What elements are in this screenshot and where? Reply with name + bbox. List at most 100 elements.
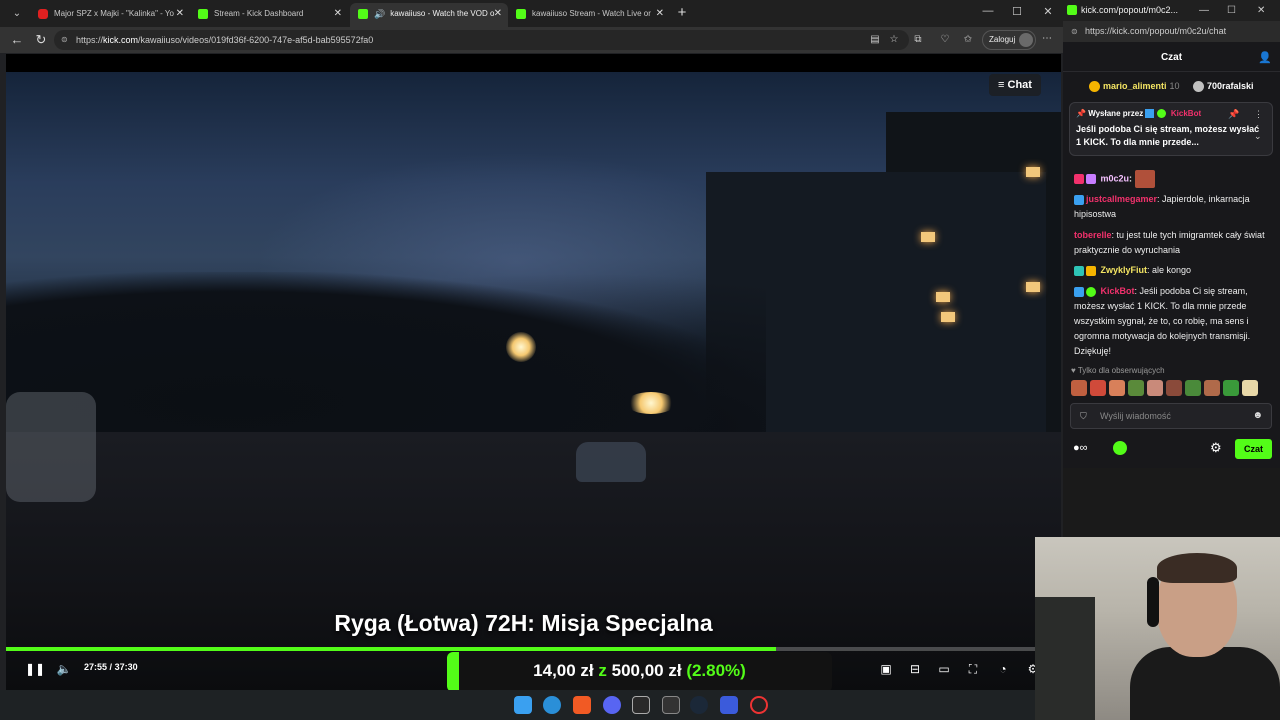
pause-icon[interactable]: ❚❚ — [25, 660, 45, 678]
close-window-icon[interactable]: ✕ — [1040, 5, 1056, 18]
headset — [1147, 577, 1159, 627]
window-light — [936, 292, 950, 302]
emote-icon[interactable] — [1071, 380, 1087, 396]
chat-messages: m0c2u: justcallmegamer: Japierdole, inka… — [1063, 160, 1280, 360]
emoji-icon[interactable]: ☻ — [1252, 404, 1263, 428]
chat-url: https://kick.com/popout/m0c2u/chat — [1085, 26, 1227, 36]
favorites-bar-icon[interactable]: ✩ — [961, 33, 975, 47]
tab-list-chevron-icon[interactable]: ⌄ — [8, 6, 26, 22]
reload-icon[interactable]: ↻ — [32, 31, 50, 49]
emote-icon[interactable] — [1166, 380, 1182, 396]
vod-title: Ryga (Łotwa) 72H: Misja Specjalna — [334, 610, 713, 636]
heart-icon: ♥ — [1071, 366, 1076, 375]
chat-message-input[interactable]: ⛉ Wyślij wiadomość ☻ — [1070, 403, 1272, 429]
tab-kawaiiuso-vod[interactable]: 🔊 kawaiiuso - Watch the VOD o ✕ — [350, 3, 508, 27]
chat-window-titlebar: kick.com/popout/m0c2... — ☐ ✕ — [1063, 0, 1280, 21]
kick-icon — [198, 9, 208, 19]
chat-input-placeholder: Wyślij wiadomość — [1100, 411, 1171, 421]
address-bar-row: ← ↻ ⊜ https://kick.com/kawaiiuso/videos/… — [0, 27, 1063, 53]
volume-icon[interactable]: 🔈 — [55, 660, 73, 678]
obs-icon[interactable] — [750, 696, 768, 714]
top-gifters-bar: mario_alimenti 10 700rafalski — [1063, 76, 1280, 96]
video-frame — [6, 72, 1061, 690]
minimize-icon[interactable]: — — [980, 5, 996, 17]
webcam-person-body — [1130, 647, 1280, 720]
reader-view-icon[interactable]: ▤ — [868, 33, 882, 47]
crown-icon — [1086, 265, 1096, 276]
more-options-icon[interactable]: ⋮ — [1254, 109, 1263, 120]
tab-youtube[interactable]: Major SPZ x Majki - "Kalinka" - Yo ✕ — [30, 3, 190, 27]
window-light — [1026, 282, 1040, 292]
maximize-icon[interactable]: ☐ — [1227, 0, 1236, 21]
gifter-item[interactable]: 700rafalski — [1193, 76, 1254, 96]
extensions-icon[interactable]: ⧉ — [911, 33, 925, 47]
emote-icon[interactable] — [1128, 380, 1144, 396]
chat-username[interactable]: m0c2u — [1101, 173, 1130, 183]
back-arrow-icon[interactable]: ← — [8, 31, 26, 49]
seek-bar[interactable] — [6, 647, 1041, 651]
kick-points-icon[interactable]: ●∞ — [1073, 442, 1088, 454]
emote-icon[interactable] — [1242, 380, 1258, 396]
close-window-icon[interactable]: ✕ — [1257, 0, 1265, 21]
epic-games-icon[interactable] — [662, 696, 680, 714]
clip-icon[interactable]: ⊟ — [906, 660, 924, 678]
site-info-icon[interactable]: ⊜ — [1071, 21, 1078, 42]
edge-icon[interactable] — [543, 696, 561, 714]
more-menu-icon[interactable]: ⋯ — [1042, 33, 1052, 44]
emote-icon[interactable] — [1090, 380, 1106, 396]
fullscreen-icon[interactable]: ⛶ — [964, 660, 982, 678]
street-lamp — [506, 332, 536, 362]
emote-icon[interactable] — [1223, 380, 1239, 396]
favorite-star-icon[interactable]: ☆ — [887, 33, 901, 47]
kick-logo-icon[interactable] — [1113, 441, 1127, 455]
chevron-down-icon[interactable]: ⌄ — [1254, 131, 1262, 142]
browser-essentials-icon[interactable]: ♡ — [938, 33, 952, 47]
site-info-icon[interactable]: ⊜ — [61, 30, 68, 50]
chat-settings-gear-icon[interactable]: ⚙ — [1210, 440, 1222, 456]
app-icon[interactable] — [720, 696, 738, 714]
emote-icon[interactable] — [1185, 380, 1201, 396]
close-tab-icon[interactable]: ✕ — [334, 3, 342, 25]
chat-username[interactable]: ZwyklyFiut — [1101, 265, 1148, 275]
emote-icon[interactable] — [1204, 380, 1220, 396]
send-chat-button[interactable]: Czat — [1235, 439, 1272, 459]
goal-percent: (2.80%) — [686, 661, 746, 680]
speaker-icon[interactable]: 🔊 — [374, 3, 385, 25]
badge-icon — [1074, 286, 1084, 297]
video-player[interactable]: ≡ Chat Ryga (Łotwa) 72H: Misja Specjalna… — [6, 54, 1061, 690]
picture-in-picture-icon[interactable]: ▣ — [877, 660, 895, 678]
window-light — [921, 232, 935, 242]
emote-icon[interactable] — [1109, 380, 1125, 396]
close-tab-icon[interactable]: ✕ — [656, 3, 664, 25]
webcam-background-shelf — [1035, 597, 1095, 720]
discord-icon[interactable] — [603, 696, 621, 714]
tab-kick-dashboard[interactable]: Stream - Kick Dashboard ✕ — [190, 3, 348, 27]
playback-speed-icon[interactable]: ◔ — [994, 660, 1012, 678]
brave-icon[interactable] — [573, 696, 591, 714]
url-field[interactable]: ⊜ https://kick.com/kawaiiuso/videos/019f… — [54, 30, 909, 50]
close-tab-icon[interactable]: ✕ — [494, 3, 502, 25]
chat-message: ZwyklyFiut: ale kongo — [1074, 263, 1274, 278]
gifter-item[interactable]: mario_alimenti 10 — [1089, 76, 1180, 96]
unpin-icon[interactable]: 📌 — [1228, 109, 1239, 120]
followers-only-notice: ♥ Tylko dla obserwujących — [1071, 366, 1165, 375]
chat-url-field[interactable]: ⊜ https://kick.com/popout/m0c2u/chat — [1063, 21, 1280, 42]
chat-message: m0c2u: — [1074, 170, 1274, 188]
chat-username[interactable]: justcallmegamer — [1086, 194, 1157, 204]
profile-login-button[interactable]: Zaloguj — [982, 30, 1036, 50]
tab-kawaiiuso-stream[interactable]: kawaiiuso Stream - Watch Live or ✕ — [508, 3, 670, 27]
new-tab-button[interactable]: + — [673, 4, 691, 22]
steam-icon[interactable] — [690, 696, 708, 714]
theater-mode-icon[interactable]: ▭ — [935, 660, 953, 678]
chat-username[interactable]: toberelle — [1074, 230, 1112, 240]
windows-start-icon[interactable] — [514, 696, 532, 714]
close-tab-icon[interactable]: ✕ — [176, 3, 184, 25]
users-icon[interactable]: 👤 — [1258, 44, 1272, 72]
minimize-icon[interactable]: — — [1199, 0, 1209, 21]
app-icon[interactable] — [632, 696, 650, 714]
emote-icon[interactable] — [1147, 380, 1163, 396]
chat-toggle-button[interactable]: ≡ Chat — [989, 74, 1041, 96]
chat-username[interactable]: KickBot — [1101, 286, 1135, 296]
kick-icon — [516, 9, 526, 19]
maximize-icon[interactable]: ☐ — [1009, 5, 1025, 18]
